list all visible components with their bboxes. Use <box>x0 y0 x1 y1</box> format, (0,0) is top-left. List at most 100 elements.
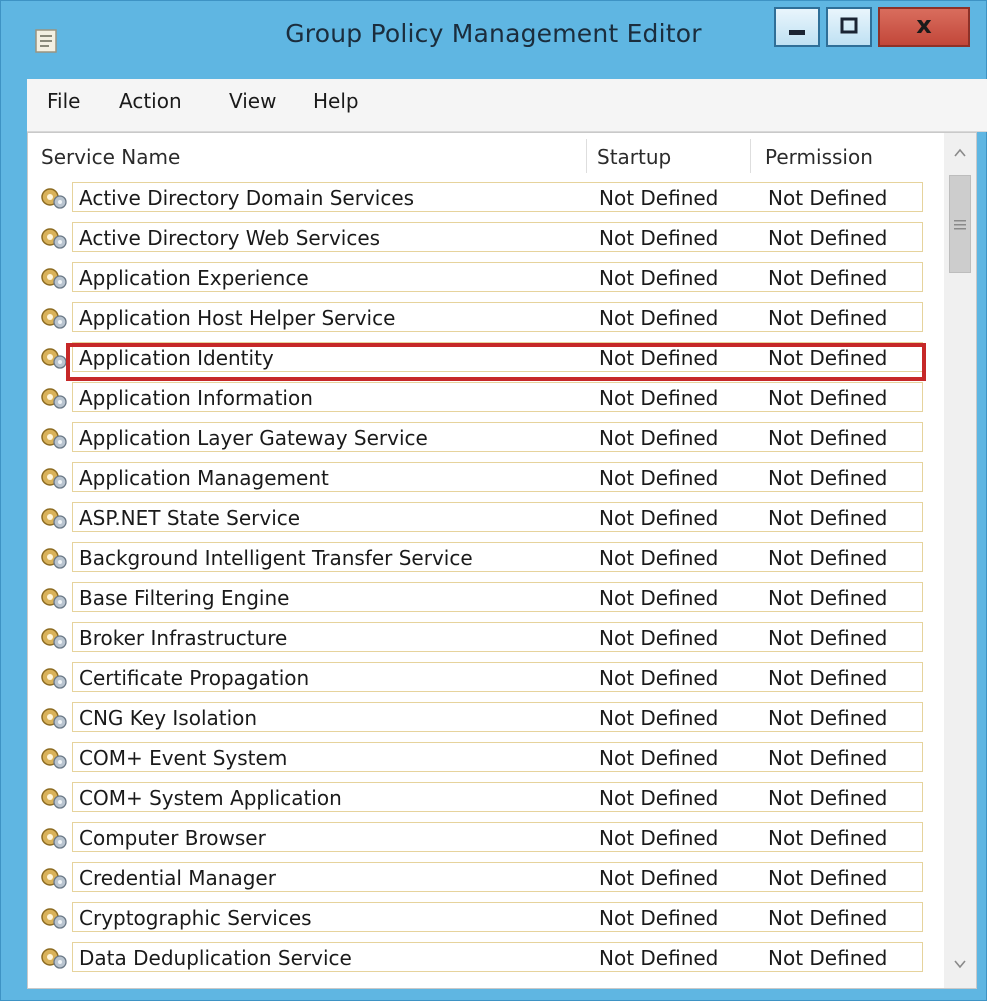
column-header-permission[interactable]: Permission <box>765 145 873 169</box>
startup-cell: Not Defined <box>599 626 719 650</box>
permission-cell: Not Defined <box>768 746 888 770</box>
permission-cell: Not Defined <box>768 386 888 410</box>
startup-cell: Not Defined <box>599 546 719 570</box>
table-row[interactable]: COM+ Event System Not Defined Not Defined <box>28 737 944 777</box>
service-gear-icon <box>41 748 67 769</box>
title-bar[interactable]: Group Policy Management Editor x <box>1 1 986 79</box>
service-name-cell: ASP.NET State Service <box>79 506 301 530</box>
minimize-button[interactable] <box>774 7 820 47</box>
permission-cell: Not Defined <box>768 466 888 490</box>
menu-file[interactable]: File <box>47 89 80 113</box>
column-header-startup[interactable]: Startup <box>597 145 671 169</box>
permission-cell: Not Defined <box>768 826 888 850</box>
service-name-cell: Credential Manager <box>79 866 276 890</box>
table-row[interactable]: Credential Manager Not Defined Not Defined <box>28 857 944 897</box>
menu-bar: File Action View Help <box>27 79 987 132</box>
startup-cell: Not Defined <box>599 866 719 890</box>
startup-cell: Not Defined <box>599 226 719 250</box>
vertical-scrollbar[interactable] <box>944 133 976 988</box>
service-gear-icon <box>41 348 67 369</box>
service-name-cell: Application Management <box>79 466 329 490</box>
table-row[interactable]: Application Layer Gateway Service Not Def… <box>28 417 944 457</box>
service-gear-icon <box>41 948 67 969</box>
permission-cell: Not Defined <box>768 426 888 450</box>
table-row[interactable]: Active Directory Web Services Not Defined… <box>28 217 944 257</box>
table-row[interactable]: Data Deduplication Service Not Defined Not… <box>28 937 944 977</box>
menu-action[interactable]: Action <box>119 89 182 113</box>
table-row[interactable]: Cryptographic Services Not Defined Not Def… <box>28 897 944 937</box>
gpme-window: Group Policy Management Editor x File Ac… <box>0 0 987 1001</box>
table-row[interactable]: ASP.NET State Service Not Defined Not Defi… <box>28 497 944 537</box>
maximize-button[interactable] <box>826 7 872 47</box>
chevron-up-icon <box>954 148 966 157</box>
list-header: Service Name Startup Permission <box>28 133 944 177</box>
service-name-cell: Application Experience <box>79 266 309 290</box>
permission-cell: Not Defined <box>768 586 888 610</box>
permission-cell: Not Defined <box>768 906 888 930</box>
column-separator[interactable] <box>750 139 751 173</box>
service-name-cell: Active Directory Domain Services <box>79 186 415 210</box>
column-header-service-name[interactable]: Service Name <box>41 145 180 169</box>
service-gear-icon <box>41 268 67 289</box>
startup-cell: Not Defined <box>599 186 719 210</box>
service-gear-icon <box>41 908 67 929</box>
permission-cell: Not Defined <box>768 306 888 330</box>
highlight-box <box>66 343 926 381</box>
service-gear-icon <box>41 308 67 329</box>
permission-cell: Not Defined <box>768 266 888 290</box>
service-gear-icon <box>41 788 67 809</box>
table-row[interactable]: Active Directory Domain Services Not Defi… <box>28 177 944 217</box>
table-row[interactable]: Broker Infrastructure Not Defined Not Defi… <box>28 617 944 657</box>
table-row[interactable]: COM+ System Application Not Defined Not De… <box>28 777 944 817</box>
service-gear-icon <box>41 428 67 449</box>
startup-cell: Not Defined <box>599 426 719 450</box>
service-name-cell: COM+ System Application <box>79 786 342 810</box>
startup-cell: Not Defined <box>599 586 719 610</box>
startup-cell: Not Defined <box>599 506 719 530</box>
startup-cell: Not Defined <box>599 826 719 850</box>
permission-cell: Not Defined <box>768 946 888 970</box>
service-name-cell: Computer Browser <box>79 826 266 850</box>
table-row[interactable]: Base Filtering Engine Not Defined Not Defi… <box>28 577 944 617</box>
service-gear-icon <box>41 868 67 889</box>
table-row[interactable]: Application Experience Not Defined Not Def… <box>28 257 944 297</box>
permission-cell: Not Defined <box>768 626 888 650</box>
service-gear-icon <box>41 548 67 569</box>
service-name-cell: Application Host Helper Service <box>79 306 396 330</box>
service-gear-icon <box>41 708 67 729</box>
service-gear-icon <box>41 388 67 409</box>
scroll-down-button[interactable] <box>944 948 976 980</box>
service-name-cell: CNG Key Isolation <box>79 706 258 730</box>
startup-cell: Not Defined <box>599 666 719 690</box>
table-row[interactable]: Background Intelligent Transfer Service N… <box>28 537 944 577</box>
table-row[interactable]: Computer Browser Not Defined Not Defined <box>28 817 944 857</box>
service-gear-icon <box>41 508 67 529</box>
table-row[interactable]: Certificate Propagation Not Defined Not De… <box>28 657 944 697</box>
close-button[interactable]: x <box>878 7 970 47</box>
menu-view[interactable]: View <box>229 89 276 113</box>
scroll-up-button[interactable] <box>944 137 976 169</box>
service-name-cell: Background Intelligent Transfer Service <box>79 546 473 570</box>
grip-icon <box>954 220 966 230</box>
table-row[interactable]: CNG Key Isolation Not Defined Not Defined <box>28 697 944 737</box>
permission-cell: Not Defined <box>768 226 888 250</box>
permission-cell: Not Defined <box>768 666 888 690</box>
table-row[interactable]: Application Information Not Defined Not De… <box>28 377 944 417</box>
table-row[interactable]: Application Management Not Defined Not Def… <box>28 457 944 497</box>
scroll-thumb[interactable] <box>949 175 971 273</box>
table-row[interactable]: Application Host Helper Service Not Defin… <box>28 297 944 337</box>
service-gear-icon <box>41 668 67 689</box>
permission-cell: Not Defined <box>768 706 888 730</box>
menu-help[interactable]: Help <box>313 89 359 113</box>
service-gear-icon <box>41 828 67 849</box>
startup-cell: Not Defined <box>599 906 719 930</box>
permission-cell: Not Defined <box>768 786 888 810</box>
close-icon: x <box>916 11 932 39</box>
column-separator[interactable] <box>586 139 587 173</box>
chevron-down-icon <box>954 960 966 969</box>
startup-cell: Not Defined <box>599 706 719 730</box>
startup-cell: Not Defined <box>599 386 719 410</box>
service-name-cell: Certificate Propagation <box>79 666 310 690</box>
service-gear-icon <box>41 228 67 249</box>
startup-cell: Not Defined <box>599 946 719 970</box>
